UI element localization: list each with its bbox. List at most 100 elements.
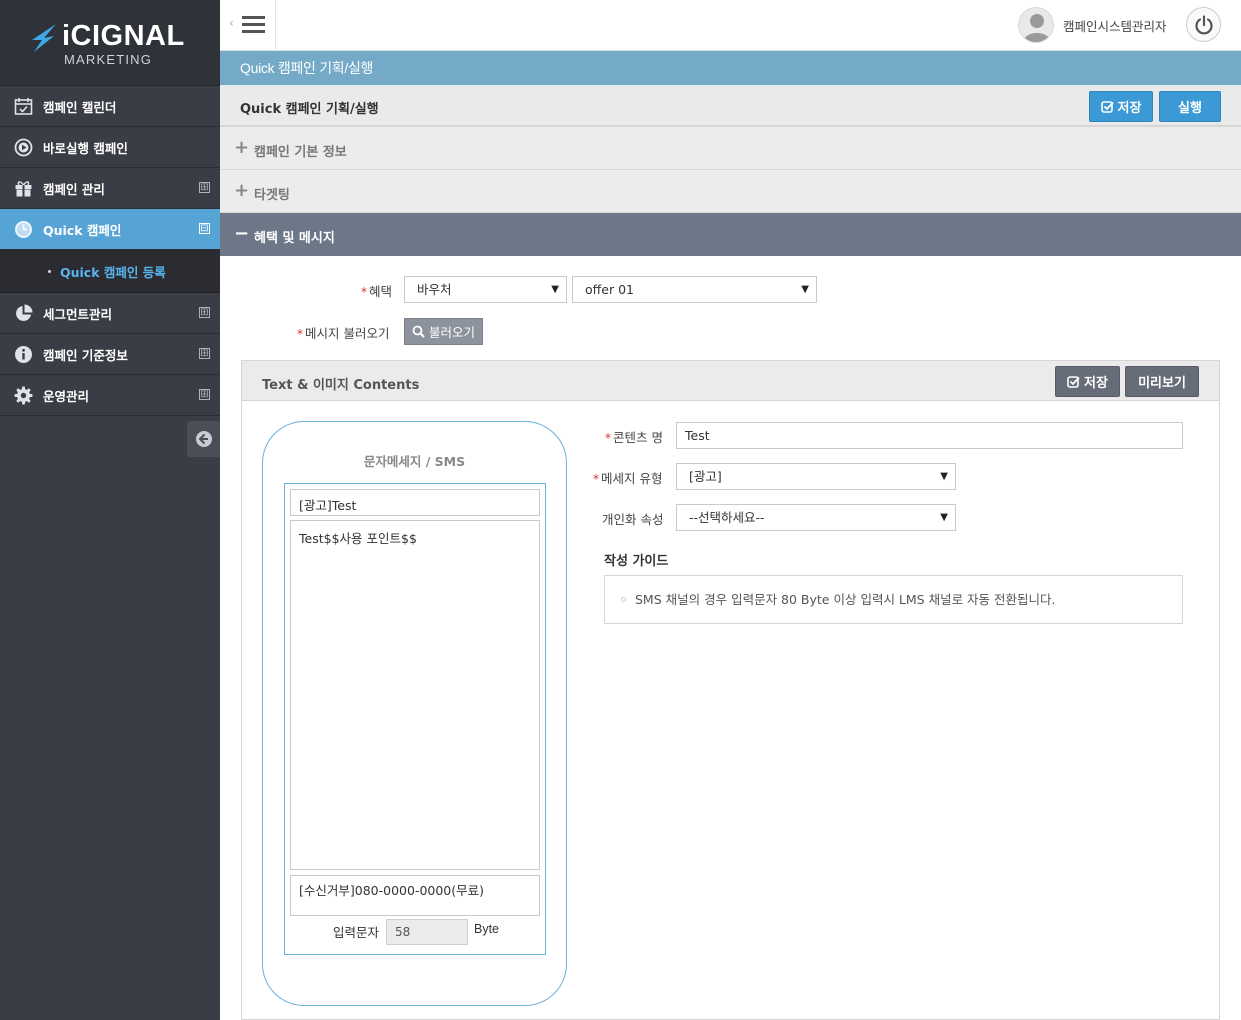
msg-type-value: [광고] [689, 469, 722, 484]
menu-toggle-button[interactable]: ‹ [220, 0, 276, 50]
title-bar: Quick 캠페인 기획/실행 저장 실행 [220, 85, 1241, 127]
required-mark: * [605, 431, 611, 445]
contents-save-label: 저장 [1084, 376, 1108, 391]
accordion-label: 타겟팅 [254, 188, 290, 203]
msg-type-select[interactable]: [광고] ▼ [676, 463, 956, 490]
msg-load-label: 메시지 불러오기 [305, 326, 390, 341]
accordion-label: 캠페인 기본 정보 [254, 145, 347, 160]
msg-type-label: 메세지 유형 [601, 471, 663, 486]
play-icon [14, 138, 33, 157]
phone-preview: 문자메세지 / SMS [광고]Test Test$$사용 포인트$$ [수신거… [262, 421, 567, 1006]
run-button[interactable]: 실행 [1159, 91, 1221, 122]
contents-save-button[interactable]: 저장 [1055, 366, 1120, 397]
collapse-icon[interactable]: ⊟ [199, 223, 210, 234]
gear-icon [14, 386, 33, 405]
preview-button-label: 미리보기 [1138, 376, 1186, 391]
phone-title: 문자메세지 / SMS [363, 454, 466, 469]
required-mark: * [297, 327, 303, 341]
benefit-offer-select[interactable]: offer 01 ▼ [572, 276, 817, 303]
expand-icon[interactable]: ⊞ [199, 307, 210, 318]
personal-attr-select[interactable]: --선택하세요-- ▼ [676, 504, 956, 531]
benefit-label: 혜택 [369, 284, 393, 299]
content-name-label: 콘텐츠 명 [613, 430, 663, 445]
minus-icon: − [234, 223, 250, 244]
expand-icon[interactable]: ⊞ [199, 348, 210, 359]
guide-title: 작성 가이드 [604, 554, 669, 569]
benefit-type-select[interactable]: 바우처 ▼ [404, 276, 567, 303]
message-footer-textarea[interactable]: [수신거부]080-0000-0000(무료) [290, 875, 540, 916]
sidebar-item-quick-campaign[interactable]: Quick 캠페인 ⊟ [0, 209, 220, 250]
check-square-icon [1067, 376, 1080, 388]
accordion-basic-info[interactable]: + 캠페인 기본 정보 [220, 127, 1241, 170]
info-icon [15, 346, 32, 363]
accordion-label: 혜택 및 메시지 [254, 231, 335, 246]
page-header: Quick 캠페인 기획/실행 [220, 51, 1241, 85]
plus-icon: + [234, 180, 250, 201]
sidebar-item-campaign-reference[interactable]: 캠페인 기준정보 ⊞ [0, 334, 220, 375]
sidebar-item-label: 캠페인 캘린더 [43, 99, 117, 115]
personal-label: 개인화 속성 [602, 512, 664, 527]
sidebar-item-operations[interactable]: 운영관리 ⊞ [0, 375, 220, 416]
sidebar-item-label: 캠페인 기준정보 [43, 347, 128, 363]
sidebar-item-label: 세그먼트관리 [43, 306, 113, 322]
sidebar-subitem-label: Quick 캠페인 등록 [60, 264, 166, 280]
benefit-label-row: * 혜택 [361, 281, 392, 300]
message-body-textarea[interactable]: Test$$사용 포인트$$ [290, 520, 540, 870]
logo[interactable]: iCIGNAL MARKETING [0, 0, 220, 86]
preview-button[interactable]: 미리보기 [1125, 366, 1199, 397]
bullet-icon [48, 269, 51, 273]
phone-screen: [광고]Test Test$$사용 포인트$$ [수신거부]080-0000-0… [284, 483, 546, 955]
user-icon [1023, 14, 1051, 42]
accordion-benefit-message[interactable]: − 혜택 및 메시지 [220, 213, 1241, 256]
contents-panel-title: Text & 이미지 Contents [262, 378, 420, 393]
gift-icon [15, 181, 32, 197]
main-content: Quick 캠페인 기획/실행 Quick 캠페인 기획/실행 저장 실행 + … [220, 51, 1241, 1020]
run-button-label: 실행 [1178, 101, 1202, 116]
sidebar-item-segment[interactable]: 세그먼트관리 ⊞ [0, 293, 220, 334]
username[interactable]: 캠페인시스템관리자 [1063, 16, 1167, 35]
sidebar-item-label: Quick 캠페인 [43, 222, 122, 238]
logo-text: iCIGNAL [62, 20, 185, 52]
expand-icon[interactable]: ⊞ [199, 389, 210, 400]
personal-label-row: 개인화 속성 [602, 509, 663, 528]
sidebar-collapse-button[interactable] [187, 421, 220, 457]
expand-icon[interactable]: ⊞ [199, 182, 210, 193]
msg-type-label-row: * 메세지 유형 [593, 468, 662, 487]
topbar: ‹ 캠페인시스템관리자 [220, 0, 1241, 51]
required-mark: * [593, 472, 599, 486]
sidebar-item-instant-campaign[interactable]: 바로실행 캠페인 [0, 127, 220, 168]
pie-chart-icon [16, 304, 33, 321]
sidebar-item-label: 캠페인 관리 [43, 181, 105, 197]
guide-box: SMS 채널의 경우 입력문자 80 Byte 이상 입력시 LMS 채널로 자… [604, 575, 1183, 624]
sidebar-item-label: 바로실행 캠페인 [43, 140, 128, 156]
byte-unit: Byte [474, 922, 500, 936]
clock-icon [15, 221, 32, 238]
plus-icon: + [234, 137, 250, 158]
accordion-targeting[interactable]: + 타겟팅 [220, 170, 1241, 213]
contents-panel-header: Text & 이미지 Contents 저장 미리보기 [242, 361, 1219, 401]
load-message-button[interactable]: 불러오기 [404, 318, 483, 345]
content-name-label-row: * 콘텐츠 명 [605, 427, 663, 446]
caret-down-icon: ▼ [940, 471, 948, 482]
calendar-icon [14, 98, 33, 115]
logout-button[interactable] [1186, 7, 1221, 42]
content-name-input[interactable]: Test [676, 422, 1183, 449]
benefit-type-value: 바우처 [417, 282, 452, 297]
caret-down-icon: ▼ [551, 284, 559, 295]
logo-bolt-icon [32, 24, 56, 52]
sidebar-subitem-quick-register[interactable]: Quick 캠페인 등록 [0, 250, 220, 293]
contents-panel: Text & 이미지 Contents 저장 미리보기 문자메세지 / SMS … [241, 360, 1220, 1020]
page-title: Quick 캠페인 기획/실행 [240, 102, 379, 117]
arrow-left-circle-icon [195, 431, 212, 447]
sidebar-item-label: 운영관리 [43, 388, 90, 404]
sidebar: iCIGNAL MARKETING 캠페인 캘린더 바로실행 캠페인 캠페인 관… [0, 0, 220, 1020]
caret-down-icon: ▼ [801, 284, 809, 295]
avatar[interactable] [1018, 7, 1054, 43]
load-button-label: 불러오기 [428, 325, 475, 340]
msg-load-label-row: * 메시지 불러오기 [297, 323, 389, 342]
sidebar-item-campaign-manage[interactable]: 캠페인 관리 ⊞ [0, 168, 220, 209]
message-subject-input[interactable]: [광고]Test [290, 489, 540, 516]
bullet-icon [621, 597, 626, 602]
save-button[interactable]: 저장 [1089, 91, 1153, 122]
sidebar-item-calendar[interactable]: 캠페인 캘린더 [0, 86, 220, 127]
